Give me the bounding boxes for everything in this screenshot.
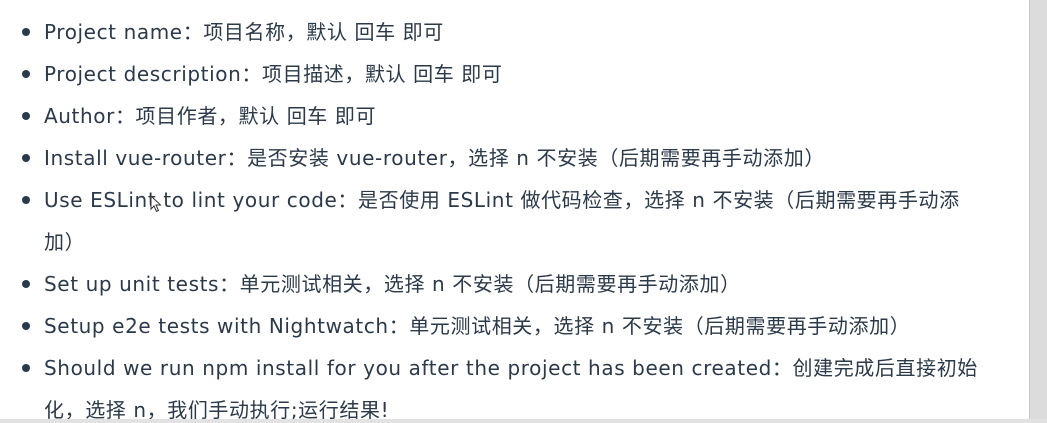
arrow-pointer-icon	[150, 195, 162, 213]
item-term: Setup e2e tests with Nightwatch	[44, 314, 389, 338]
scrollbar-track[interactable]	[1029, 0, 1047, 423]
bullet-icon	[22, 154, 30, 162]
item-term: Project name	[44, 20, 183, 44]
list-item: Should we run npm install for you after …	[0, 347, 1020, 423]
list-item: Setup e2e tests with Nightwatch：单元测试相关，选…	[0, 305, 1020, 347]
setup-options-list: Project name：项目名称，默认 回车 即可 Project descr…	[0, 11, 1020, 423]
bullet-icon	[22, 364, 30, 372]
item-description: ：单元测试相关，选择 n 不安装（后期需要再手动添加）	[388, 314, 911, 338]
item-description: ：项目作者，默认 回车 即可	[114, 104, 377, 128]
item-description: ：是否安装 vue-router，选择 n 不安装（后期需要再手动添加）	[226, 146, 825, 170]
item-term: Install vue-router	[44, 146, 227, 170]
list-item: Author：项目作者，默认 回车 即可	[0, 95, 1020, 137]
list-item: Use ESLint to lint your code：是否使用 ESLint…	[0, 179, 1020, 263]
bullet-icon	[22, 70, 30, 78]
bottom-edge	[0, 419, 1047, 423]
bullet-icon	[22, 322, 30, 330]
bullet-icon	[22, 196, 30, 204]
item-term: Use ESLint to lint your code	[44, 188, 338, 212]
list-item: Set up unit tests：单元测试相关，选择 n 不安装（后期需要再手…	[0, 263, 1020, 305]
bullet-icon	[22, 112, 30, 120]
item-term: Project description	[44, 62, 242, 86]
item-description: ：项目名称，默认 回车 即可	[182, 20, 444, 44]
list-item: Project description：项目描述，默认 回车 即可	[0, 53, 1020, 95]
list-item: Install vue-router：是否安装 vue-router，选择 n …	[0, 137, 1020, 179]
item-description: ：单元测试相关，选择 n 不安装（后期需要再手动添加）	[219, 272, 741, 296]
item-term: Author	[44, 104, 115, 128]
bullet-icon	[22, 28, 30, 36]
item-term: Set up unit tests	[44, 272, 220, 296]
item-description: ：项目描述，默认 回车 即可	[241, 62, 503, 86]
bullet-icon	[22, 280, 30, 288]
list-item: Project name：项目名称，默认 回车 即可	[0, 11, 1020, 53]
item-term: Should we run npm install for you after …	[44, 356, 772, 380]
